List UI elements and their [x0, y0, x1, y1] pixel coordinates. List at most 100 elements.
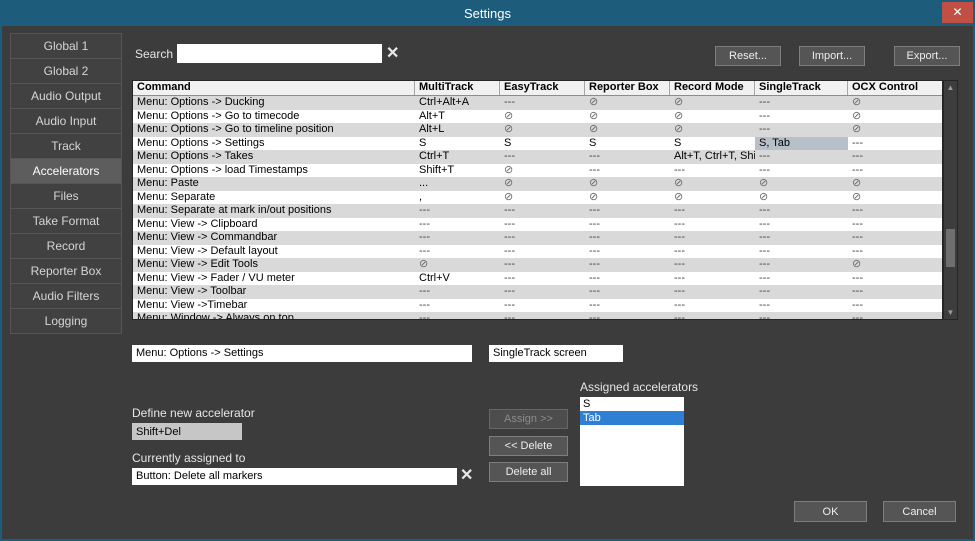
table-cell[interactable]: ---	[848, 312, 942, 320]
table-cell[interactable]: ⊘	[670, 177, 755, 191]
table-cell[interactable]: ---	[585, 312, 670, 320]
table-cell[interactable]: ---	[415, 245, 500, 259]
table-cell[interactable]: ---	[670, 312, 755, 320]
table-cell[interactable]: ---	[670, 272, 755, 286]
table-cell[interactable]: ---	[755, 272, 848, 286]
table-cell[interactable]: ---	[848, 272, 942, 286]
sidebar-item-global-2[interactable]: Global 2	[10, 58, 122, 84]
close-button[interactable]: ✕	[942, 2, 973, 23]
table-row[interactable]: Menu: Options -> SettingsSSSSS, Tab---	[133, 137, 942, 151]
sidebar-item-audio-input[interactable]: Audio Input	[10, 108, 122, 134]
sidebar-item-take-format[interactable]: Take Format	[10, 208, 122, 234]
table-cell[interactable]: ⊘	[500, 110, 585, 124]
table-cell[interactable]: ---	[585, 272, 670, 286]
define-accelerator-input[interactable]	[132, 423, 242, 440]
table-cell[interactable]: ---	[500, 231, 585, 245]
table-cell[interactable]: ---	[848, 204, 942, 218]
column-header[interactable]: Record Mode	[670, 81, 755, 95]
table-cell[interactable]: Ctrl+Alt+A	[415, 96, 500, 110]
table-cell[interactable]: ---	[500, 285, 585, 299]
sidebar-item-track[interactable]: Track	[10, 133, 122, 159]
table-cell[interactable]: ⊘	[755, 191, 848, 205]
table-cell[interactable]: Ctrl+T	[415, 150, 500, 164]
table-cell[interactable]: S	[415, 137, 500, 151]
table-cell[interactable]: Alt+T, Ctrl+T, Shi	[670, 150, 755, 164]
table-cell[interactable]: ---	[848, 285, 942, 299]
table-cell[interactable]: ⊘	[755, 177, 848, 191]
table-row[interactable]: Menu: Paste...⊘⊘⊘⊘⊘	[133, 177, 942, 191]
table-row[interactable]: Menu: View -> Fader / VU meterCtrl+V----…	[133, 272, 942, 286]
table-cell[interactable]: Menu: View -> Toolbar	[133, 285, 415, 299]
sidebar-item-audio-filters[interactable]: Audio Filters	[10, 283, 122, 309]
table-cell[interactable]: Menu: Window -> Always on top	[133, 312, 415, 320]
export-button[interactable]: Export...	[894, 46, 960, 66]
table-cell[interactable]: ---	[848, 218, 942, 232]
table-cell[interactable]: ---	[500, 258, 585, 272]
table-row[interactable]: Menu: Options -> load TimestampsShift+T⊘…	[133, 164, 942, 178]
current-clear-icon[interactable]: ✕	[460, 467, 473, 485]
table-cell[interactable]: ⊘	[670, 96, 755, 110]
sidebar-item-audio-output[interactable]: Audio Output	[10, 83, 122, 109]
table-cell[interactable]: ⊘	[670, 110, 755, 124]
table-cell[interactable]: Alt+T	[415, 110, 500, 124]
table-cell[interactable]: ---	[755, 164, 848, 178]
table-cell[interactable]: ---	[670, 245, 755, 259]
table-row[interactable]: Menu: View -> Commandbar----------------…	[133, 231, 942, 245]
column-header[interactable]: EasyTrack	[500, 81, 585, 95]
table-cell[interactable]: S	[585, 137, 670, 151]
table-cell[interactable]: Menu: View ->Timebar	[133, 299, 415, 313]
table-cell[interactable]: S, Tab	[755, 137, 848, 151]
table-cell[interactable]: ---	[585, 299, 670, 313]
column-header[interactable]: Command	[133, 81, 415, 95]
table-cell[interactable]: ⊘	[585, 123, 670, 137]
accelerator-item[interactable]: S	[580, 397, 684, 411]
table-cell[interactable]: ---	[755, 258, 848, 272]
table-cell[interactable]: ---	[670, 258, 755, 272]
table-cell[interactable]: Menu: View -> Edit Tools	[133, 258, 415, 272]
table-cell[interactable]: ---	[500, 150, 585, 164]
table-cell[interactable]: Ctrl+V	[415, 272, 500, 286]
table-row[interactable]: Menu: View -> Default layout------------…	[133, 245, 942, 259]
table-cell[interactable]: Menu: View -> Default layout	[133, 245, 415, 259]
table-cell[interactable]: ---	[755, 245, 848, 259]
sidebar-item-logging[interactable]: Logging	[10, 308, 122, 334]
table-cell[interactable]: ---	[415, 231, 500, 245]
table-cell[interactable]: Menu: Paste	[133, 177, 415, 191]
column-header[interactable]: SingleTrack	[755, 81, 848, 95]
table-row[interactable]: Menu: View -> Edit Tools⊘------------⊘	[133, 258, 942, 272]
search-clear-icon[interactable]: ✕	[386, 45, 399, 63]
table-cell[interactable]: ---	[585, 258, 670, 272]
sidebar-item-reporter-box[interactable]: Reporter Box	[10, 258, 122, 284]
table-row[interactable]: Menu: Options -> DuckingCtrl+Alt+A---⊘⊘-…	[133, 96, 942, 110]
table-cell[interactable]: ---	[848, 137, 942, 151]
ok-button[interactable]: OK	[794, 501, 867, 522]
table-cell[interactable]: ---	[585, 245, 670, 259]
table-cell[interactable]: ---	[670, 299, 755, 313]
sidebar-item-global-1[interactable]: Global 1	[10, 33, 122, 59]
table-cell[interactable]: ---	[585, 164, 670, 178]
table-row[interactable]: Menu: View -> Clipboard-----------------…	[133, 218, 942, 232]
sidebar-item-record[interactable]: Record	[10, 233, 122, 259]
table-cell[interactable]: ⊘	[585, 110, 670, 124]
assigned-accelerators-list[interactable]: STab	[580, 397, 684, 486]
titlebar[interactable]: Settings	[2, 2, 973, 26]
scroll-down-icon[interactable]: ▼	[944, 306, 957, 319]
table-row[interactable]: Menu: Separate at mark in/out positions-…	[133, 204, 942, 218]
accelerator-item[interactable]: Tab	[580, 411, 684, 425]
column-header[interactable]: MultiTrack	[415, 81, 500, 95]
table-cell[interactable]: ,	[415, 191, 500, 205]
table-cell[interactable]: ⊘	[415, 258, 500, 272]
table-cell[interactable]: ---	[415, 204, 500, 218]
reset-button[interactable]: Reset...	[715, 46, 781, 66]
search-input[interactable]	[177, 44, 382, 63]
scrollbar-thumb[interactable]	[946, 229, 955, 267]
column-header[interactable]: Reporter Box	[585, 81, 670, 95]
delete-button[interactable]: << Delete	[489, 436, 568, 456]
table-cell[interactable]: ---	[415, 218, 500, 232]
table-cell[interactable]: ---	[670, 231, 755, 245]
table-cell[interactable]: ---	[585, 204, 670, 218]
table-cell[interactable]: ---	[848, 245, 942, 259]
assign-button[interactable]: Assign >>	[489, 409, 568, 429]
table-cell[interactable]: ⊘	[848, 191, 942, 205]
table-cell[interactable]: Menu: Options -> Go to timecode	[133, 110, 415, 124]
